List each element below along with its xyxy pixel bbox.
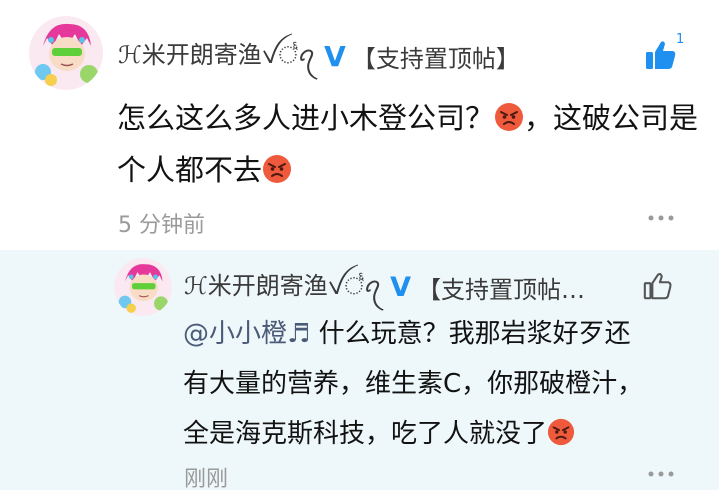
reply-more-button[interactable] bbox=[646, 462, 676, 486]
comment-text-part1: 怎么这么多人进小木登公司？ bbox=[117, 101, 495, 135]
comment-text-part3: 个人都不去 bbox=[117, 153, 263, 187]
like-button[interactable] bbox=[644, 38, 680, 74]
reply-header: ℋ米开朗寄渔ꪜ꣦ꪖ V 【支持置顶帖… bbox=[184, 267, 585, 307]
vip-badge-icon: V bbox=[324, 39, 346, 73]
reply-text: @小小橙♬ 什么玩意？我那岩浆好歹还 有大量的营养，维生素C，你那破橙汁， 全是… bbox=[183, 309, 703, 459]
comment-text: 怎么这么多人进小木登公司？ ，这破公司是 个人都不去 bbox=[117, 92, 707, 196]
reply-text-part1: 什么玩意？我那岩浆好歹还 bbox=[310, 319, 631, 349]
reply-avatar[interactable] bbox=[114, 258, 172, 316]
like-count: 1 bbox=[676, 32, 685, 47]
comment-text-part2: ，这破公司是 bbox=[524, 101, 699, 135]
angry-face-icon bbox=[547, 418, 575, 446]
avatar-image bbox=[114, 258, 172, 316]
vip-badge-icon: V bbox=[390, 271, 412, 303]
user-tag: 【支持置顶帖】 bbox=[351, 44, 520, 73]
reply: ℋ米开朗寄渔ꪜ꣦ꪖ V 【支持置顶帖… @小小橙♬ 什么玩意？我那岩浆好歹还 有… bbox=[0, 250, 719, 492]
angry-face-icon bbox=[495, 103, 524, 131]
more-button[interactable] bbox=[646, 206, 676, 230]
more-dots-icon bbox=[648, 471, 674, 477]
username[interactable]: ℋ米开朗寄渔ꪜ꣦ꪖ bbox=[118, 31, 316, 82]
avatar[interactable] bbox=[29, 16, 103, 90]
comment-header: ℋ米开朗寄渔ꪜ꣦ꪖ V 【支持置顶帖】 bbox=[118, 34, 520, 78]
reply-user-tag: 【支持置顶帖… bbox=[417, 275, 586, 304]
avatar-image bbox=[29, 16, 103, 90]
angry-face-icon bbox=[263, 155, 292, 183]
thumbs-up-filled-icon bbox=[646, 41, 676, 69]
reply-text-part2: 有大量的营养，维生素C，你那破橙汁， bbox=[183, 369, 644, 399]
reply-time: 刚刚 bbox=[184, 467, 229, 492]
thumbs-up-outline-icon bbox=[643, 273, 672, 300]
reply-username[interactable]: ℋ米开朗寄渔ꪜ꣦ꪖ bbox=[184, 262, 382, 313]
comment-time: 5 分钟前 bbox=[118, 213, 205, 238]
mention-link[interactable]: @小小橙♬ bbox=[183, 319, 310, 349]
comment: ℋ米开朗寄渔ꪜ꣦ꪖ V 【支持置顶帖】 1 怎么这么多人进小木登公司？ ，这破公司… bbox=[0, 0, 719, 250]
reply-text-part3: 全是海克斯科技，吃了人就没了 bbox=[183, 419, 548, 449]
reply-like-button[interactable] bbox=[642, 270, 678, 306]
more-dots-icon bbox=[648, 215, 674, 221]
